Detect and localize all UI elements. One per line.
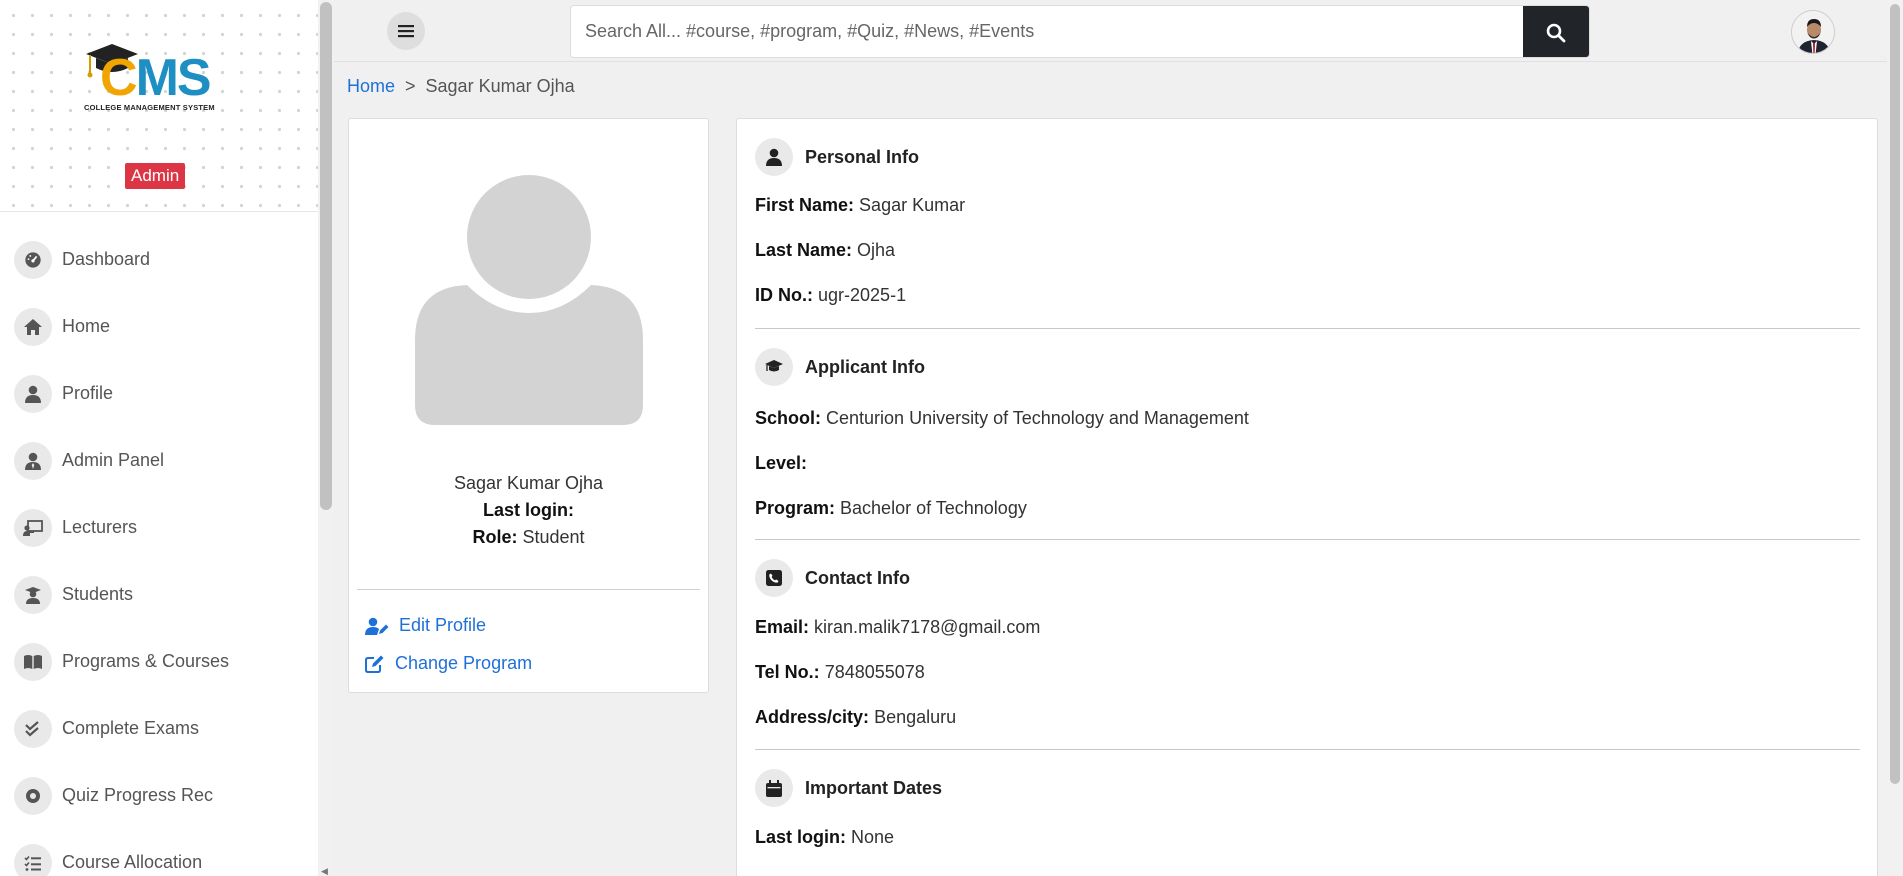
profile-divider	[357, 589, 700, 590]
phone-square-icon	[755, 559, 793, 597]
email-field: Email: kiran.malik7178@gmail.com	[755, 617, 1041, 637]
important-dates-header: Important Dates	[755, 769, 942, 807]
sidebar-item-label: Admin Panel	[62, 450, 165, 470]
applicant-info-header: Applicant Info	[755, 348, 925, 386]
section-title: Important Dates	[805, 777, 943, 798]
check-double-icon	[14, 709, 52, 748]
home-icon	[14, 307, 52, 346]
school-field: School: Centurion University of Technolo…	[755, 408, 1249, 428]
sidebar-item-lecturers[interactable]: Lecturers	[0, 494, 318, 561]
search-icon	[1546, 23, 1566, 42]
cms-logo[interactable]: CMS COLLEGE MANAGEMENT SYSTEM	[82, 40, 232, 120]
calendar-icon	[755, 769, 793, 807]
search-button[interactable]	[1523, 6, 1589, 57]
address-field: Address/city: Bengaluru	[755, 707, 957, 727]
search-bar	[570, 5, 1590, 58]
user-avatar[interactable]	[1791, 10, 1835, 54]
edit-icon	[365, 655, 384, 673]
section-divider	[755, 749, 1860, 750]
edit-profile-link[interactable]: Edit Profile	[365, 615, 486, 636]
change-program-link[interactable]: Change Program	[365, 653, 532, 674]
hamburger-icon	[398, 25, 414, 38]
first-name-field: First Name: Sagar Kumar	[755, 195, 966, 215]
sidebar-item-admin-panel[interactable]: Admin Panel	[0, 427, 318, 494]
role-badge: Admin	[125, 163, 186, 189]
section-title: Personal Info	[805, 146, 920, 167]
sidebar-item-label: Course Allocation	[62, 852, 203, 872]
sidebar-item-label: Dashboard	[62, 249, 151, 269]
sidebar-item-label: Quiz Progress Rec	[62, 785, 214, 805]
personal-info-header: Personal Info	[755, 138, 919, 176]
menu-toggle-button[interactable]	[387, 12, 425, 50]
sidebar-item-label: Lecturers	[62, 517, 138, 537]
sidebar: CMS COLLEGE MANAGEMENT SYSTEM Admin Dash…	[0, 0, 318, 876]
sidebar-item-course-allocation[interactable]: Course Allocation	[0, 829, 318, 876]
logo-text: CMS	[100, 49, 212, 107]
sidebar-item-quiz-progress[interactable]: Quiz Progress Rec	[0, 762, 318, 829]
graduation-cap-icon	[755, 348, 793, 386]
breadcrumb-separator: >	[405, 76, 416, 96]
last-login-field: Last login: None	[755, 827, 895, 847]
sidebar-item-complete-exams[interactable]: Complete Exams	[0, 695, 318, 762]
profile-last-login: Last login:	[483, 500, 574, 520]
user-edit-icon	[365, 617, 389, 635]
list-check-icon	[14, 843, 52, 876]
sidebar-item-label: Complete Exams	[62, 718, 200, 738]
sidebar-item-label: Programs & Courses	[62, 651, 230, 671]
tel-field: Tel No.: 7848055078	[755, 662, 925, 682]
book-open-icon	[14, 642, 52, 681]
user-tie-icon	[14, 441, 52, 480]
logo-subtitle: COLLEGE MANAGEMENT SYSTEM	[84, 103, 215, 112]
profile-card: Sagar Kumar Ojha Last login: Role: Stude…	[348, 118, 709, 693]
user-icon	[14, 374, 52, 413]
sidebar-item-label: Students	[62, 584, 134, 604]
sidebar-scrollbar-thumb[interactable]	[320, 2, 332, 510]
breadcrumb-home-link[interactable]: Home	[347, 76, 395, 97]
id-field: ID No.: ugr-2025-1	[755, 285, 907, 305]
section-title: Applicant Info	[805, 356, 925, 377]
breadcrumb: Home > Sagar Kumar Ojha	[347, 76, 575, 97]
scroll-left-arrow-icon[interactable]: ◀	[321, 866, 328, 876]
sidebar-item-label: Profile	[62, 383, 114, 403]
level-field: Level:	[755, 453, 808, 473]
section-divider	[755, 328, 1860, 329]
profile-role: Role: Student	[472, 527, 585, 547]
chalkboard-teacher-icon	[14, 508, 52, 547]
search-input[interactable]	[571, 6, 1523, 57]
section-title: Contact Info	[805, 567, 910, 588]
sidebar-nav: Dashboard Home Profile Admin Panel Lectu…	[0, 212, 318, 876]
program-field: Program: Bachelor of Technology	[755, 498, 1027, 518]
default-avatar-icon	[415, 175, 643, 425]
breadcrumb-current: Sagar Kumar Ojha	[425, 76, 575, 96]
topbar	[334, 0, 1887, 62]
sidebar-item-home[interactable]: Home	[0, 293, 318, 360]
page-scrollbar-thumb[interactable]	[1890, 4, 1900, 784]
profile-name: Sagar Kumar Ojha	[453, 473, 604, 493]
sidebar-item-dashboard[interactable]: Dashboard	[0, 226, 318, 293]
contact-info-header: Contact Info	[755, 559, 910, 597]
sidebar-item-profile[interactable]: Profile	[0, 360, 318, 427]
gauge-icon	[14, 240, 52, 279]
user-icon	[755, 138, 793, 176]
record-icon	[14, 776, 52, 815]
sidebar-item-programs-courses[interactable]: Programs & Courses	[0, 628, 318, 695]
section-divider	[755, 539, 1860, 540]
sidebar-item-students[interactable]: Students	[0, 561, 318, 628]
sidebar-header: CMS COLLEGE MANAGEMENT SYSTEM Admin	[0, 0, 318, 212]
info-card: Personal Info First Name: Sagar Kumar La…	[736, 118, 1878, 876]
sidebar-item-label: Home	[62, 316, 111, 336]
graduate-icon	[14, 575, 52, 614]
last-name-field: Last Name: Ojha	[755, 240, 896, 260]
